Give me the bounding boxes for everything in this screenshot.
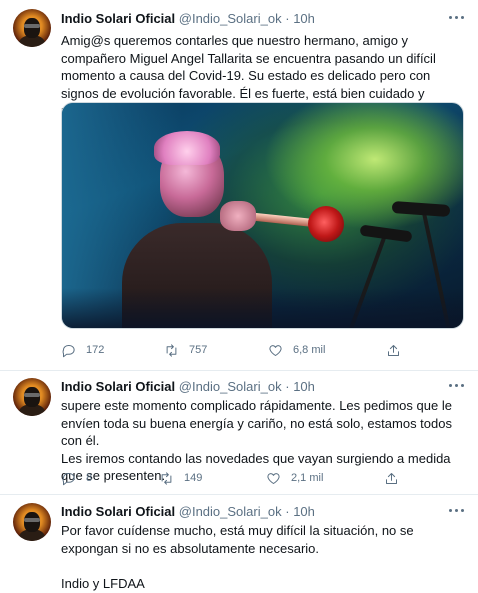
tweet-text-line: [61, 557, 466, 575]
tweet-text-line: Por favor cuídense mucho, está muy difíc…: [61, 523, 414, 556]
like-count: 6,8 mil: [293, 344, 326, 356]
tweet[interactable]: Indio Solari Oficial @Indio_Solari_ok · …: [0, 0, 478, 370]
retweet-button[interactable]: 149: [159, 468, 202, 488]
tweet-header: Indio Solari Oficial @Indio_Solari_ok · …: [61, 11, 315, 27]
share-icon: [388, 344, 399, 356]
retweet-icon: [161, 471, 172, 485]
tweet-header: Indio Solari Oficial @Indio_Solari_ok · …: [61, 379, 315, 395]
separator-dot: ·: [285, 379, 290, 394]
avatar[interactable]: [13, 503, 51, 541]
more-icon[interactable]: [448, 9, 466, 25]
reply-button[interactable]: 172: [61, 340, 104, 360]
heart-icon: [267, 472, 280, 484]
retweet-count: 149: [184, 472, 203, 484]
author-name[interactable]: Indio Solari Oficial: [61, 504, 175, 519]
author-name[interactable]: Indio Solari Oficial: [61, 379, 175, 394]
tweet-photo[interactable]: [61, 102, 464, 329]
reply-icon: [62, 344, 75, 357]
share-icon: [386, 472, 397, 484]
separator-dot: ·: [285, 11, 290, 26]
author-handle[interactable]: @Indio_Solari_ok: [179, 11, 282, 26]
retweet-icon: [166, 343, 177, 357]
tweet-actions: 8 149 2,1 mil: [61, 468, 466, 488]
more-icon[interactable]: [448, 502, 466, 518]
avatar[interactable]: [13, 9, 51, 47]
more-icon[interactable]: [448, 377, 466, 393]
share-button[interactable]: [386, 340, 401, 360]
reply-icon: [62, 472, 75, 485]
reply-count: 172: [86, 344, 105, 356]
tweet-text-line: supere este momento complicado rápidamen…: [61, 398, 452, 448]
retweet-button[interactable]: 757: [164, 340, 207, 360]
tweet-text: Por favor cuídense mucho, está muy difíc…: [61, 522, 466, 592]
avatar[interactable]: [13, 378, 51, 416]
timestamp[interactable]: 10h: [293, 11, 315, 26]
tweet-actions: 172 757 6,8 mil: [61, 340, 466, 360]
reply-count: 8: [86, 472, 93, 484]
author-name[interactable]: Indio Solari Oficial: [61, 11, 175, 26]
like-count: 2,1 mil: [291, 472, 324, 484]
tweet[interactable]: Indio Solari Oficial @Indio_Solari_ok · …: [0, 494, 478, 593]
author-handle[interactable]: @Indio_Solari_ok: [179, 504, 282, 519]
like-button[interactable]: 6,8 mil: [268, 340, 325, 360]
retweet-count: 757: [189, 344, 208, 356]
reply-button[interactable]: 8: [61, 468, 92, 488]
author-handle[interactable]: @Indio_Solari_ok: [179, 379, 282, 394]
tweet[interactable]: Indio Solari Oficial @Indio_Solari_ok · …: [0, 370, 478, 494]
tweet-text-line: Indio y LFDAA: [61, 575, 145, 591]
like-button[interactable]: 2,1 mil: [266, 468, 323, 488]
tweet-header: Indio Solari Oficial @Indio_Solari_ok · …: [61, 504, 315, 520]
timestamp[interactable]: 10h: [293, 504, 315, 519]
heart-icon: [269, 344, 282, 356]
share-button[interactable]: [384, 468, 399, 488]
separator-dot: ·: [285, 504, 290, 519]
timestamp[interactable]: 10h: [293, 379, 315, 394]
